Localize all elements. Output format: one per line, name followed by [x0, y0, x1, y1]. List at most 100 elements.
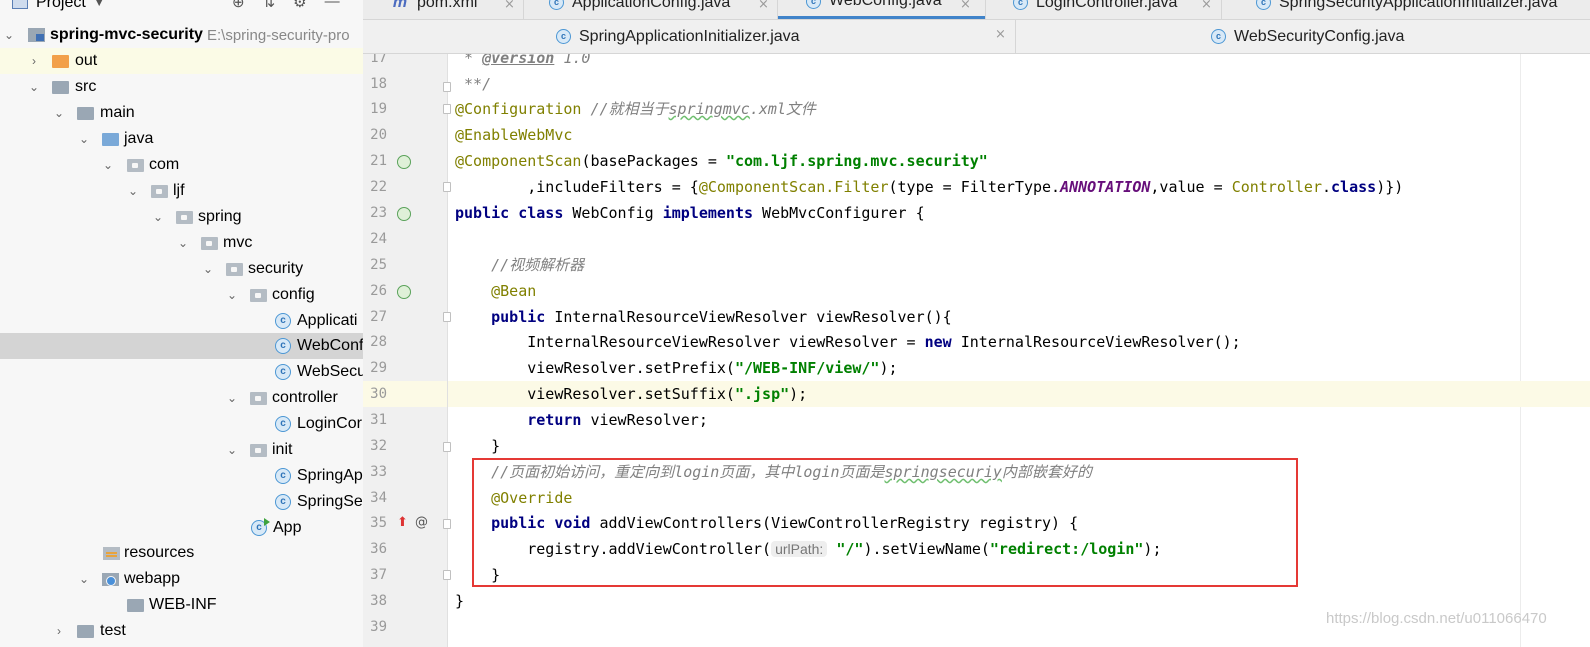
- chevron-down-icon[interactable]: ⌄: [77, 132, 91, 146]
- folder-icon: [77, 624, 94, 638]
- tree-row-out[interactable]: › out: [0, 48, 363, 74]
- maven-icon: m: [392, 0, 408, 11]
- module-path: E:\spring-security-pro: [207, 26, 350, 44]
- tree-row-com[interactable]: ⌄ com: [0, 152, 363, 178]
- fold-marker[interactable]: [443, 312, 451, 322]
- module-name: spring-mvc-security: [50, 26, 203, 43]
- tree-row-springsecurityapplicationinitializer[interactable]: c SpringSe: [0, 489, 363, 515]
- doc-comment: *: [455, 54, 483, 67]
- bean-icon[interactable]: [397, 155, 411, 169]
- line-number: 31: [370, 412, 387, 428]
- chevron-down-icon[interactable]: ⌄: [27, 80, 41, 94]
- package-icon: [127, 158, 144, 172]
- override-arrow-icon[interactable]: ⬆: [397, 516, 408, 530]
- at-icon[interactable]: @: [415, 516, 428, 530]
- minimize-icon[interactable]: —: [325, 0, 340, 11]
- keyword: return: [527, 411, 582, 429]
- close-icon[interactable]: ×: [504, 0, 515, 12]
- tree-row-test[interactable]: › test: [0, 618, 363, 644]
- line-number: 32: [370, 438, 387, 454]
- tree-row-spring[interactable]: ⌄ spring: [0, 204, 363, 230]
- tab-logincontroller[interactable]: c LoginController.java: [1013, 0, 1177, 19]
- tree-row-app[interactable]: c App: [0, 515, 363, 541]
- chevron-down-icon[interactable]: ⌄: [77, 572, 91, 586]
- code-text: }: [455, 592, 465, 610]
- chevron-down-icon[interactable]: ⌄: [176, 236, 190, 250]
- tree-row-web-inf[interactable]: WEB-INF: [0, 592, 363, 618]
- code-text: }: [455, 437, 501, 455]
- tree-row-websecurityconfig[interactable]: c WebSecu: [0, 359, 363, 385]
- tab-springsecurityapplicationinitializer[interactable]: c SpringSecurityApplicationInitializer.j…: [1256, 0, 1557, 19]
- fold-marker[interactable]: [443, 570, 451, 580]
- annotation: @Configuration: [455, 100, 582, 118]
- chevron-down-icon[interactable]: ⌄: [52, 106, 66, 120]
- chevron-right-icon[interactable]: ›: [27, 54, 41, 68]
- tab-label: SpringSecurityApplicationInitializer.jav…: [1279, 0, 1558, 11]
- tree-item-label: config: [272, 286, 315, 303]
- tree-item-label: mvc: [223, 234, 253, 251]
- code-line-28: InternalResourceViewResolver viewResolve…: [455, 329, 1240, 355]
- project-view-selector[interactable]: Project: [36, 0, 86, 12]
- chevron-down-icon[interactable]: ⌄: [225, 443, 239, 457]
- fold-marker[interactable]: [443, 442, 451, 452]
- chevron-down-icon[interactable]: ⌄: [201, 262, 215, 276]
- tree-row-ljf[interactable]: ⌄ ljf: [0, 178, 363, 204]
- fold-marker[interactable]: [443, 182, 451, 192]
- class-icon: c: [556, 29, 571, 44]
- bean-icon[interactable]: [397, 285, 411, 299]
- fold-marker[interactable]: [443, 104, 451, 114]
- chevron-right-icon[interactable]: ›: [52, 624, 66, 638]
- chevron-down-icon[interactable]: ⌄: [225, 391, 239, 405]
- tree-row-applicationconfig[interactable]: c Applicati: [0, 308, 363, 334]
- tab-separator: [985, 0, 986, 19]
- close-icon[interactable]: ×: [960, 0, 971, 12]
- code-line-23: public class WebConfig implements WebMvc…: [455, 200, 925, 226]
- class-icon: c: [275, 313, 291, 329]
- tab-springapplicationinitializer[interactable]: c SpringApplicationInitializer.java: [556, 20, 800, 53]
- tree-row-config[interactable]: ⌄ config: [0, 282, 363, 308]
- tab-label: LoginController.java: [1036, 0, 1178, 11]
- tree-row-security[interactable]: ⌄ security: [0, 256, 363, 282]
- tree-item-label: controller: [272, 389, 338, 406]
- tree-row-java[interactable]: ⌄ java: [0, 126, 363, 152]
- tab-webconfig[interactable]: c WebConfig.java: [778, 0, 985, 19]
- collapse-icon[interactable]: ⇅: [263, 0, 276, 11]
- folder-icon: [52, 80, 69, 94]
- tree-row-webapp[interactable]: ⌄ webapp: [0, 566, 363, 592]
- tree-row-logincontroller[interactable]: c LoginCor: [0, 411, 363, 437]
- chevron-down-icon[interactable]: ⌄: [2, 28, 16, 42]
- code-line-26: @Bean: [455, 278, 536, 304]
- tree-row-springapplicationinitializer[interactable]: c SpringAp: [0, 463, 363, 489]
- chevron-down-icon[interactable]: ⌄: [126, 184, 140, 198]
- tree-row-controller[interactable]: ⌄ controller: [0, 385, 363, 411]
- code-text: InternalResourceViewResolver viewResolve…: [455, 333, 925, 351]
- gear-icon[interactable]: ⚙: [293, 0, 306, 11]
- string-literal: "/WEB-INF/view/": [734, 359, 880, 377]
- chevron-down-icon[interactable]: ⌄: [101, 158, 115, 172]
- close-icon[interactable]: ×: [1201, 0, 1212, 12]
- tree-row-main[interactable]: ⌄ main: [0, 100, 363, 126]
- fold-marker[interactable]: [443, 519, 451, 529]
- tree-row-webconfig[interactable]: c WebConf: [0, 333, 363, 359]
- tab-pom-xml[interactable]: m pom.xml: [391, 0, 478, 19]
- keyword: public: [455, 308, 546, 326]
- tree-row-resources[interactable]: resources: [0, 540, 363, 566]
- line-number: 27: [370, 309, 387, 325]
- project-icon: [12, 0, 28, 9]
- target-icon[interactable]: ⊕: [232, 0, 245, 11]
- line-number: 18: [370, 76, 387, 92]
- tab-websecurityconfig[interactable]: c WebSecurityConfig.java: [1211, 20, 1404, 53]
- bean-icon[interactable]: [397, 207, 411, 221]
- fold-marker[interactable]: [443, 82, 451, 92]
- close-icon[interactable]: ×: [758, 0, 769, 12]
- chevron-down-icon[interactable]: ▼: [94, 0, 105, 9]
- line-number: 22: [370, 179, 387, 195]
- close-icon[interactable]: ×: [995, 27, 1006, 42]
- tree-row-init[interactable]: ⌄ init: [0, 437, 363, 463]
- tab-applicationconfig[interactable]: c ApplicationConfig.java: [549, 0, 730, 19]
- chevron-down-icon[interactable]: ⌄: [225, 288, 239, 302]
- chevron-down-icon[interactable]: ⌄: [151, 210, 165, 224]
- tree-row-src[interactable]: ⌄ src: [0, 74, 363, 100]
- tree-row-module[interactable]: ⌄ spring-mvc-security E:\spring-security…: [0, 22, 363, 48]
- tree-row-mvc[interactable]: ⌄ mvc: [0, 230, 363, 256]
